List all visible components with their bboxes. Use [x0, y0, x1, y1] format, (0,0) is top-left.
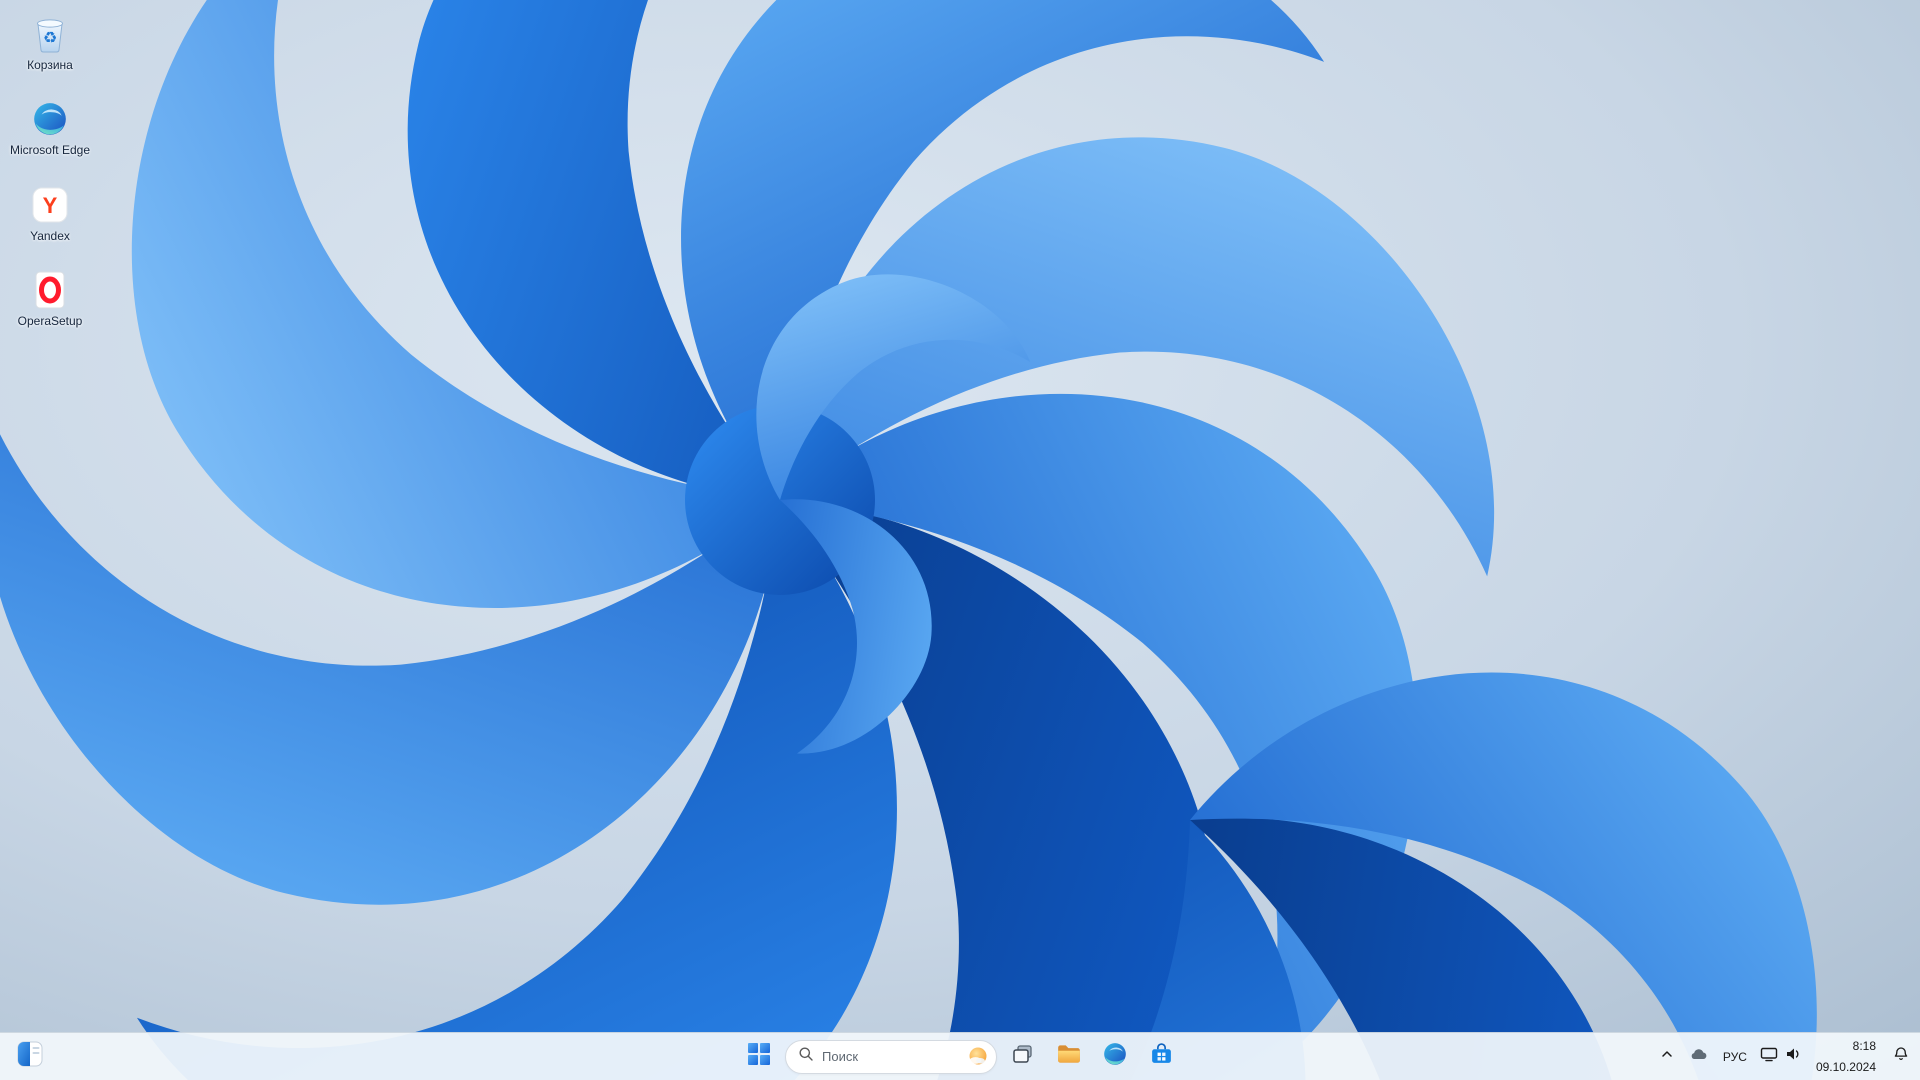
bell-icon [1893, 1046, 1909, 1067]
search-icon [798, 1046, 814, 1067]
volume-icon [1784, 1046, 1802, 1067]
edge-icon [1102, 1041, 1128, 1072]
recycle-bin-icon: ♻ [29, 13, 71, 55]
tray-overflow-button[interactable] [1652, 1037, 1682, 1077]
taskbar-center [739, 1033, 1181, 1080]
desktop-icon-label: Корзина [27, 58, 73, 72]
desktop-icon-label: OperaSetup [17, 314, 83, 329]
desktop-icon-column: ♻ Корзина Microsoft Edge Y Yandex OperaS… [6, 8, 94, 334]
desktop-icon-recycle-bin[interactable]: ♻ Корзина [6, 8, 94, 77]
task-view-button[interactable] [1003, 1037, 1043, 1077]
edge-taskbar-button[interactable] [1095, 1037, 1135, 1077]
edge-icon [29, 98, 71, 140]
widgets-icon [17, 1041, 43, 1072]
svg-text:Y: Y [43, 193, 58, 218]
search-weather-icon[interactable] [965, 1044, 991, 1070]
svg-text:♻: ♻ [43, 30, 57, 47]
desktop-icon-label: Yandex [30, 228, 70, 243]
quick-settings-button[interactable] [1756, 1037, 1806, 1077]
language-indicator[interactable]: РУС [1716, 1037, 1754, 1077]
windows-logo-icon [748, 1043, 770, 1070]
file-explorer-icon [1056, 1041, 1082, 1072]
desktop-icon-label: Microsoft Edge [9, 143, 91, 158]
microsoft-store-button[interactable] [1141, 1037, 1181, 1077]
desktop-icon-opera-setup[interactable]: OperaSetup [6, 264, 94, 333]
wallpaper-bloom [0, 0, 1920, 1080]
clock[interactable]: 8:18 09.10.2024 [1808, 1037, 1884, 1077]
clock-date: 09.10.2024 [1815, 1059, 1876, 1074]
task-view-icon [1012, 1043, 1034, 1070]
desktop-icon-yandex[interactable]: Y Yandex [6, 179, 94, 248]
system-tray: РУС 8:18 09.10.2024 [1652, 1033, 1916, 1080]
microsoft-store-icon [1149, 1042, 1174, 1072]
clock-time: 8:18 [1852, 1038, 1876, 1053]
widgets-button[interactable] [10, 1037, 50, 1077]
chevron-up-icon [1659, 1046, 1675, 1067]
search-input[interactable] [822, 1049, 957, 1064]
onedrive-tray-button[interactable] [1684, 1037, 1714, 1077]
network-icon [1760, 1047, 1778, 1067]
cloud-icon [1689, 1047, 1708, 1066]
notification-bell-button[interactable] [1886, 1037, 1916, 1077]
yandex-icon: Y [29, 184, 71, 226]
taskbar: РУС 8:18 09.10.2024 [0, 1032, 1920, 1080]
start-button[interactable] [739, 1037, 779, 1077]
opera-setup-icon [29, 269, 71, 311]
desktop-icon-microsoft-edge[interactable]: Microsoft Edge [6, 93, 94, 162]
file-explorer-button[interactable] [1049, 1037, 1089, 1077]
taskbar-search[interactable] [785, 1039, 997, 1074]
